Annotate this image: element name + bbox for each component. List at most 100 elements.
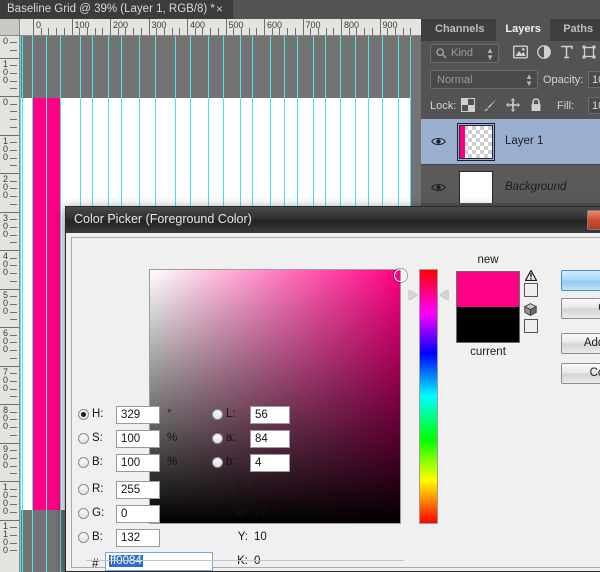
input-hsb-b[interactable]: 100: [116, 454, 160, 472]
layer-thumbnail[interactable]: [459, 171, 493, 205]
hue-slider-handle-left[interactable]: [409, 290, 417, 300]
add-to-swatches-button[interactable]: Add to Swatches: [561, 333, 600, 354]
layer-kind-select[interactable]: Kind ▲ ▼: [430, 44, 499, 63]
all-lock-icon[interactable]: [530, 98, 542, 115]
input-rgb-r[interactable]: 255: [116, 481, 160, 499]
input-rgb-g[interactable]: 0: [116, 505, 160, 523]
label-hsb-s: S:: [92, 432, 103, 444]
radio-hsb-h[interactable]: [78, 409, 89, 420]
horizontal-ruler[interactable]: 0 100 200 300 400 500 600 700 800 900: [20, 19, 421, 36]
vertical-ruler[interactable]: 2001000100200300400500600700800900100011…: [0, 36, 20, 572]
input-cmyk-m[interactable]: 97: [250, 505, 290, 523]
ruler-tick: [10, 488, 17, 490]
ruler-tick: [10, 273, 17, 275]
radio-lab-l[interactable]: [212, 409, 223, 420]
unit-hsb-h: °: [167, 408, 172, 420]
close-icon[interactable]: [587, 210, 600, 230]
hex-value: ff0084: [109, 555, 143, 567]
new-color-swatch[interactable]: [457, 272, 519, 307]
ruler-tick: [10, 265, 17, 267]
color-libraries-button[interactable]: Color Libraries: [561, 363, 600, 384]
ruler-tick: [10, 203, 17, 205]
dialog-title: Color Picker (Foreground Color): [74, 212, 252, 226]
type-filter-icon[interactable]: [560, 45, 573, 62]
blend-mode-select[interactable]: Normal ▲ ▼: [430, 70, 538, 89]
web-safe-warning-icon[interactable]: [523, 303, 538, 319]
ruler-tick: [10, 126, 17, 128]
radio-hsb-b[interactable]: [78, 457, 89, 468]
ruler-label: 0: [3, 97, 9, 107]
input-rgb-b[interactable]: 132: [116, 529, 160, 547]
hex-input[interactable]: ff0084: [105, 552, 213, 571]
radio-rgb-r[interactable]: [78, 484, 89, 495]
input-lab-a[interactable]: 84: [250, 430, 290, 448]
tab-paths[interactable]: Paths: [554, 19, 600, 41]
eye-icon[interactable]: [431, 136, 446, 147]
gamut-warning-icon[interactable]: [524, 269, 538, 284]
color-preview-swatch[interactable]: [456, 271, 520, 343]
tab-channels[interactable]: Channels: [426, 19, 494, 41]
radio-rgb-b[interactable]: [78, 532, 89, 543]
ruler-tick: [10, 457, 17, 459]
chevron-updown-icon[interactable]: ▲ ▼: [525, 73, 533, 88]
web-safe-color-swatch[interactable]: [524, 319, 538, 333]
close-icon[interactable]: ×: [216, 2, 223, 16]
ruler-tick: [102, 28, 104, 35]
input-hsb-h[interactable]: 329: [116, 406, 160, 424]
adjustment-filter-icon[interactable]: [537, 45, 551, 62]
color-picker-dialog: Color Picker (Foreground Color) new curr…: [65, 206, 600, 572]
input-cmyk-c[interactable]: 0: [250, 481, 290, 499]
current-color-swatch[interactable]: [457, 307, 519, 342]
fill-input[interactable]: 100%: [588, 97, 600, 114]
input-lab-b[interactable]: 4: [250, 454, 290, 472]
eye-icon[interactable]: [431, 182, 446, 193]
cancel-button[interactable]: Cancel: [561, 298, 600, 319]
opacity-input[interactable]: 100%: [588, 71, 600, 88]
ruler-tick: [10, 427, 17, 429]
ruler-tick: [10, 303, 17, 305]
gamut-warning-swatch[interactable]: [524, 283, 538, 297]
ruler-tick: [10, 357, 17, 359]
ruler-tick: [94, 28, 96, 35]
ok-button[interactable]: OK: [561, 270, 600, 291]
hue-slider-handle-right[interactable]: [440, 290, 448, 300]
ruler-tick: [317, 28, 319, 35]
table-row[interactable]: Layer 1: [421, 119, 600, 165]
radio-lab-b[interactable]: [212, 457, 223, 468]
document-tab[interactable]: Baseline Grid @ 39% (Layer 1, RGB/8) * ×: [0, 0, 233, 19]
label-rgb-g: G:: [92, 507, 105, 519]
ruler-tick: [248, 28, 250, 35]
layers-panel: Kind ▲ ▼ Normal ▲ ▼ Opacity: 1 Lock: Fil…: [421, 41, 600, 211]
hex-label: #: [92, 556, 99, 570]
color-field-marker[interactable]: [394, 269, 407, 282]
dock-tab-bar: Channels Layers Paths: [421, 19, 600, 41]
radio-rgb-g[interactable]: [78, 508, 89, 519]
ruler-tick: [202, 28, 204, 35]
tab-layers[interactable]: Layers: [496, 19, 550, 41]
radio-lab-a[interactable]: [212, 433, 223, 444]
layer-thumbnail[interactable]: [457, 123, 495, 161]
input-cmyk-k[interactable]: 0: [250, 553, 290, 571]
chevron-updown-icon[interactable]: ▲ ▼: [486, 47, 494, 62]
transparency-lock-icon[interactable]: [461, 98, 475, 115]
ruler-tick: [194, 28, 196, 35]
ruler-tick: [48, 28, 50, 35]
hue-slider[interactable]: [419, 269, 438, 524]
ruler-tick: [217, 28, 219, 35]
input-hsb-s[interactable]: 100: [116, 430, 160, 448]
ruler-tick: [56, 28, 58, 35]
ruler-tick: [10, 80, 17, 82]
guide-line: [46, 36, 47, 572]
shape-filter-icon[interactable]: [582, 45, 596, 62]
dialog-title-bar[interactable]: Color Picker (Foreground Color): [66, 207, 600, 233]
paint-lock-icon[interactable]: [483, 98, 498, 115]
radio-hsb-s[interactable]: [78, 433, 89, 444]
blend-mode-row: Normal ▲▼ Opacity: 100%: [421, 67, 600, 93]
ruler-tick: [10, 49, 17, 51]
ruler-tick: [240, 28, 242, 35]
ruler-tick: [10, 350, 17, 352]
input-cmyk-y[interactable]: 10: [250, 529, 290, 547]
image-filter-icon[interactable]: [512, 45, 529, 62]
input-lab-l[interactable]: 56: [250, 406, 290, 424]
move-lock-icon[interactable]: [506, 98, 520, 115]
